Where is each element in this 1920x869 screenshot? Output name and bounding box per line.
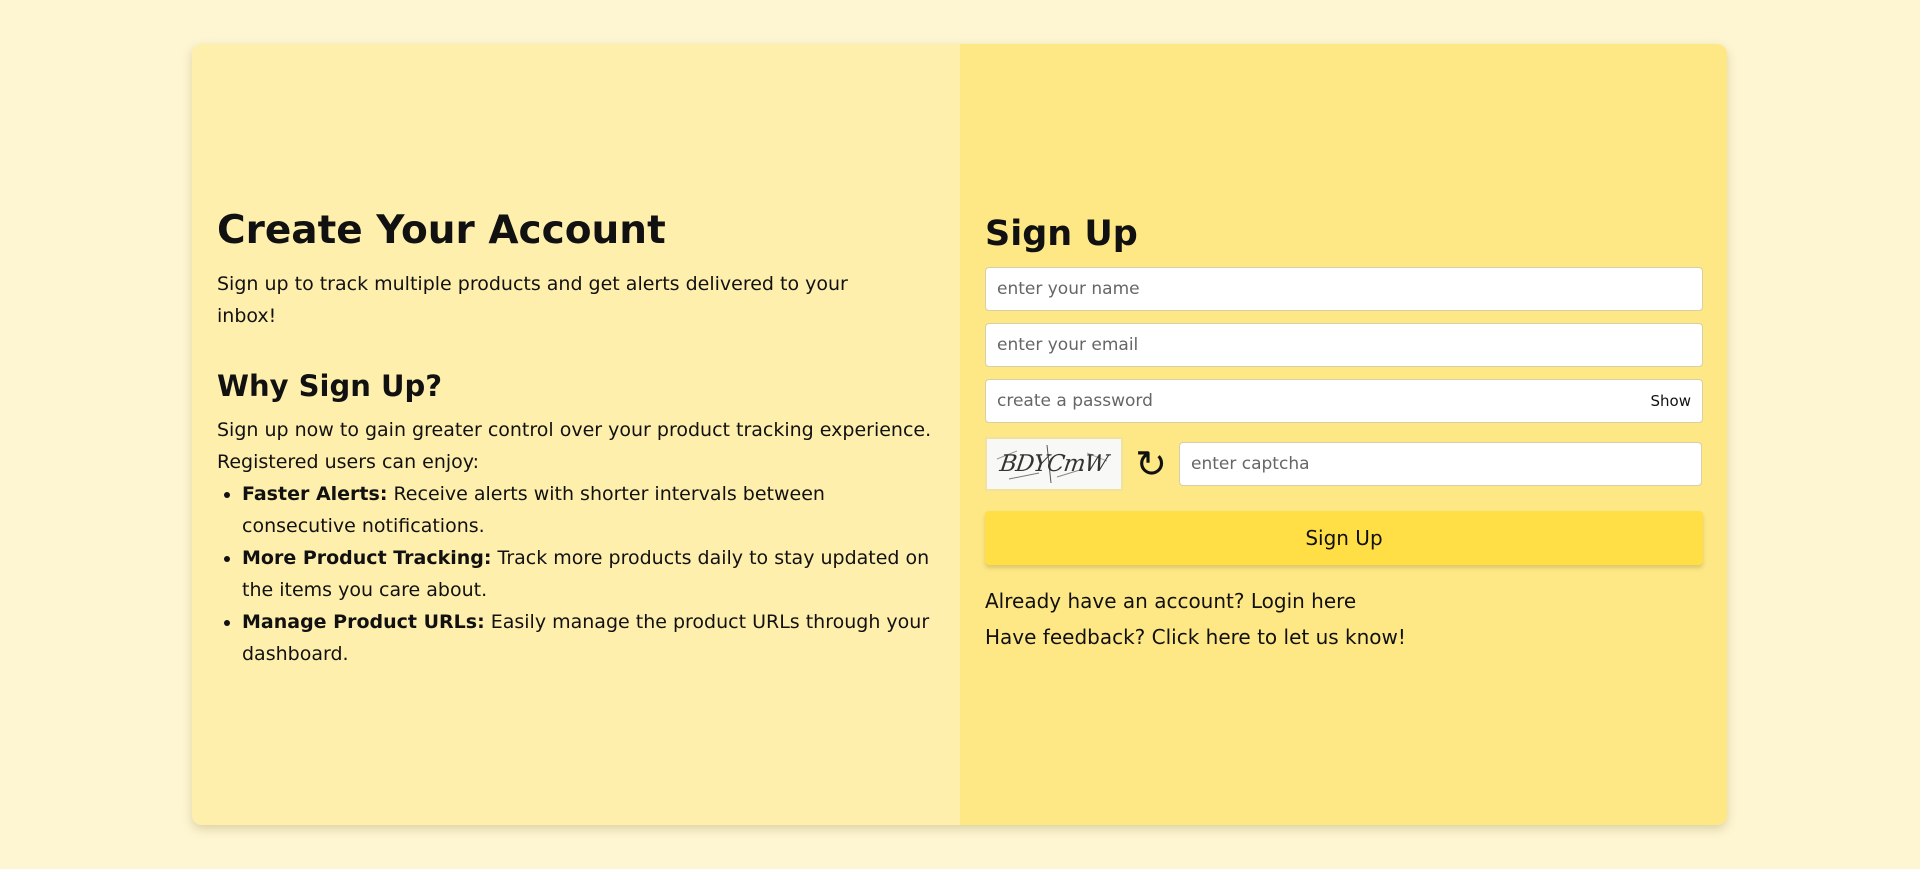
- why-text: Sign up now to gain greater control over…: [217, 419, 932, 473]
- form-title: Sign Up: [985, 214, 1138, 254]
- form-panel: Sign Up Show BDYCmW ↻: [960, 44, 1727, 825]
- password-field-wrapper: Show: [985, 379, 1703, 423]
- captcha-row: BDYCmW ↻: [985, 437, 1702, 491]
- form-links: Already have an account? Login here Have…: [985, 583, 1702, 655]
- list-item: Faster Alerts: Receive alerts with short…: [242, 478, 934, 542]
- captcha-image: BDYCmW: [985, 437, 1123, 491]
- email-field-wrapper: [985, 323, 1703, 367]
- sign-up-button[interactable]: Sign Up: [985, 511, 1703, 565]
- why-heading: Why Sign Up?: [217, 369, 443, 403]
- page-title: Create Your Account: [217, 208, 666, 253]
- captcha-field-wrapper: [1179, 442, 1702, 486]
- list-item: More Product Tracking: Track more produc…: [242, 542, 934, 606]
- email-input[interactable]: [986, 324, 1702, 366]
- list-item: Manage Product URLs: Easily manage the p…: [242, 606, 934, 670]
- name-field-wrapper: [985, 267, 1703, 311]
- login-link[interactable]: Already have an account? Login here: [985, 583, 1702, 619]
- password-input[interactable]: [986, 380, 1702, 422]
- intro-text: Sign up to track multiple products and g…: [217, 273, 848, 327]
- feedback-link[interactable]: Have feedback? Click here to let us know…: [985, 619, 1702, 655]
- refresh-captcha-icon[interactable]: ↻: [1123, 437, 1179, 491]
- benefit-label: Faster Alerts:: [242, 483, 388, 505]
- signup-card: Create Your Account Sign up to track mul…: [192, 44, 1727, 825]
- info-panel: Create Your Account Sign up to track mul…: [192, 44, 960, 825]
- benefit-label: Manage Product URLs:: [242, 611, 485, 633]
- show-password-button[interactable]: Show: [1651, 392, 1691, 410]
- benefit-label: More Product Tracking:: [242, 547, 492, 569]
- captcha-text: BDYCmW: [998, 451, 1110, 477]
- captcha-input[interactable]: [1180, 443, 1701, 485]
- name-input[interactable]: [986, 268, 1702, 310]
- benefits-list: Faster Alerts: Receive alerts with short…: [217, 478, 934, 670]
